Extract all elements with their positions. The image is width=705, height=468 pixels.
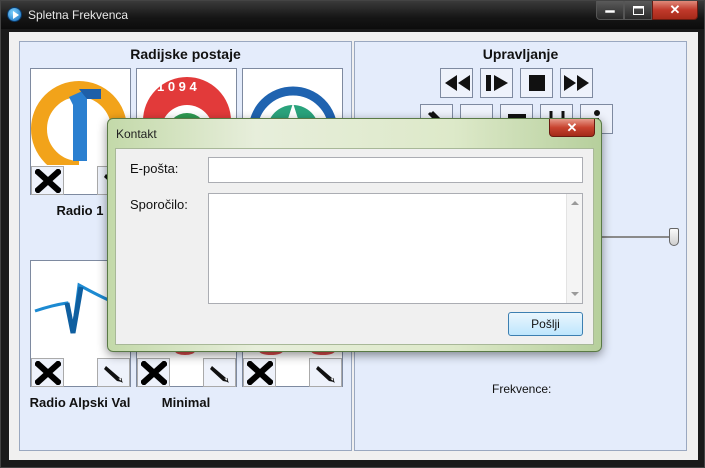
title-bar[interactable]: Spletna Frekvenca ✕ <box>1 1 704 29</box>
maximize-icon <box>632 5 644 15</box>
controls-panel-title: Upravljanje <box>482 46 559 62</box>
window-title: Spletna Frekvenca <box>28 8 129 22</box>
minimize-icon <box>605 9 615 13</box>
stop-button[interactable] <box>520 68 553 98</box>
contact-dialog: Kontakt ✕ E-pošta: Sporočilo: Pošlji <box>107 118 602 352</box>
delete-x-icon <box>34 168 61 193</box>
email-label: E-pošta: <box>130 161 179 176</box>
station-name: Minimal <box>161 395 211 410</box>
message-label: Sporočilo: <box>130 197 188 212</box>
delete-station-button[interactable] <box>137 358 170 387</box>
fast-forward-button[interactable] <box>560 68 593 98</box>
rewind-button[interactable] <box>440 68 473 98</box>
play-pause-icon <box>485 75 508 91</box>
caption-buttons: ✕ <box>596 1 698 20</box>
window-close-button[interactable]: ✕ <box>652 1 698 20</box>
close-icon: ✕ <box>669 2 681 17</box>
delete-x-icon <box>140 360 167 385</box>
message-textarea[interactable] <box>208 193 583 304</box>
volume-slider-track[interactable] <box>595 236 679 238</box>
delete-station-button[interactable] <box>31 358 64 387</box>
pencil-icon <box>315 365 335 383</box>
message-scrollbar[interactable] <box>566 194 582 303</box>
svg-text:1 0 9 4: 1 0 9 4 <box>157 79 198 94</box>
frequencies-label: Frekvence: <box>492 382 552 396</box>
delete-station-button[interactable] <box>243 358 276 387</box>
pencil-icon <box>209 365 229 383</box>
close-icon: ✕ <box>566 119 578 135</box>
delete-x-icon <box>34 360 61 385</box>
main-window: Spletna Frekvenca ✕ Radijske postaje Rad… <box>0 0 705 468</box>
dialog-body: E-pošta: Sporočilo: Pošlji <box>115 148 594 345</box>
scroll-down-icon[interactable] <box>571 292 579 296</box>
stop-icon <box>528 75 545 91</box>
send-button[interactable]: Pošlji <box>508 312 583 336</box>
email-field[interactable] <box>208 157 583 183</box>
dialog-title: Kontakt <box>116 127 157 141</box>
dialog-close-button[interactable]: ✕ <box>549 119 595 137</box>
fast-forward-icon <box>563 75 589 91</box>
edit-station-button[interactable] <box>203 358 236 387</box>
maximize-button[interactable] <box>624 1 652 20</box>
scroll-up-icon[interactable] <box>571 201 579 205</box>
edit-station-button[interactable] <box>97 358 130 387</box>
play-pause-button[interactable] <box>480 68 513 98</box>
pencil-icon <box>103 365 123 383</box>
volume-slider-thumb[interactable] <box>669 228 679 246</box>
minimize-button[interactable] <box>596 1 624 20</box>
rewind-icon <box>444 75 470 91</box>
stations-panel-title: Radijske postaje <box>130 46 241 62</box>
delete-station-button[interactable] <box>31 166 64 195</box>
edit-station-button[interactable] <box>309 358 342 387</box>
delete-x-icon <box>246 360 273 385</box>
station-name: Radio Alpski Val <box>29 395 131 410</box>
play-app-icon <box>7 7 22 22</box>
